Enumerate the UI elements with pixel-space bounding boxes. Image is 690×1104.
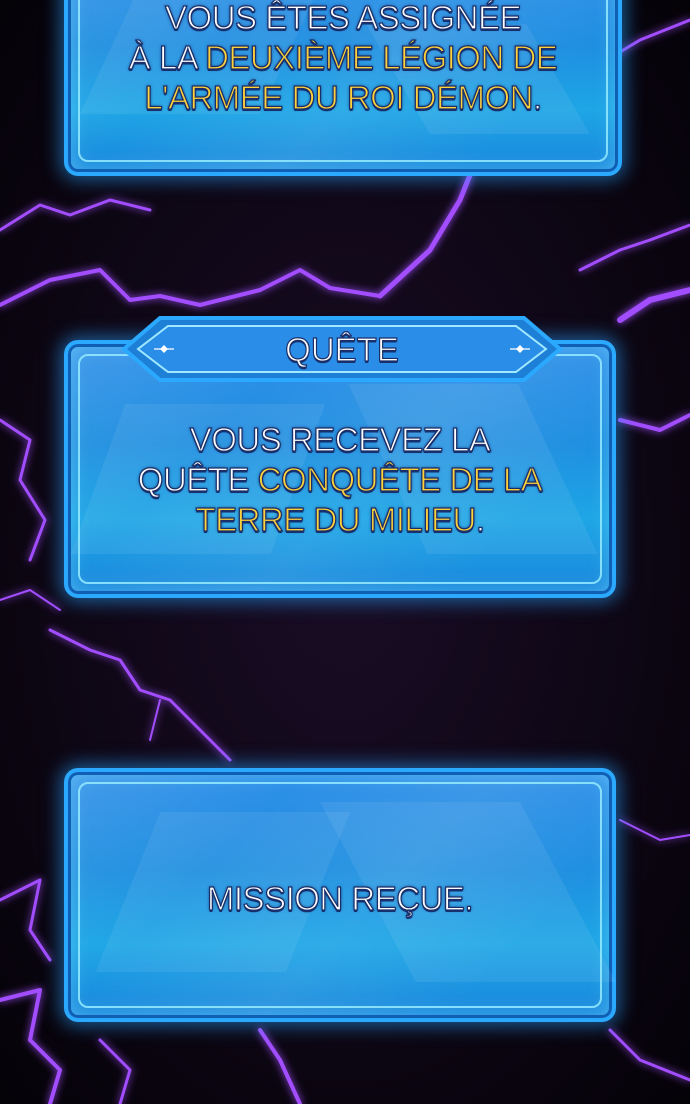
quest-header-banner: QUÊTE bbox=[120, 314, 564, 384]
mission-message: MISSION REÇUE. bbox=[206, 879, 474, 917]
assignment-line-3: L'ARMÉE DU ROI DÉMON. bbox=[68, 78, 618, 118]
quest-line-3-highlight: TERRE DU MILIEU bbox=[195, 500, 477, 538]
quest-line-3: TERRE DU MILIEU. bbox=[68, 500, 612, 540]
quest-line-2-plain: QUÊTE bbox=[137, 460, 258, 498]
quest-line-1: VOUS RECEVEZ LA bbox=[189, 420, 491, 458]
assignment-line-3-highlight: L'ARMÉE DU ROI DÉMON bbox=[144, 78, 534, 116]
quest-line-3-plain: . bbox=[475, 500, 485, 538]
assignment-line-3-plain: . bbox=[532, 78, 542, 116]
assignment-line-2-plain: À LA bbox=[128, 38, 206, 76]
quest-header-title: QUÊTE bbox=[285, 330, 400, 368]
assignment-line-1: VOUS ÊTES ASSIGNÉE bbox=[164, 0, 522, 37]
assignment-line-2: À LA DEUXIÈME LÉGION DE bbox=[68, 38, 618, 78]
dialog-panel-assignment: VOUS ÊTES ASSIGNÉE À LA DEUXIÈME LÉGION … bbox=[64, 0, 622, 176]
quest-line-2-highlight: CONQUÊTE DE LA bbox=[257, 460, 543, 498]
dialog-panel-mission: MISSION REÇUE. bbox=[64, 768, 616, 1022]
assignment-line-2-highlight: DEUXIÈME LÉGION DE bbox=[204, 38, 558, 76]
assignment-message: VOUS ÊTES ASSIGNÉE À LA DEUXIÈME LÉGION … bbox=[68, 0, 618, 118]
quest-line-2: QUÊTE CONQUÊTE DE LA bbox=[68, 460, 612, 500]
quest-message: VOUS RECEVEZ LA QUÊTE CONQUÊTE DE LA TER… bbox=[68, 420, 612, 540]
